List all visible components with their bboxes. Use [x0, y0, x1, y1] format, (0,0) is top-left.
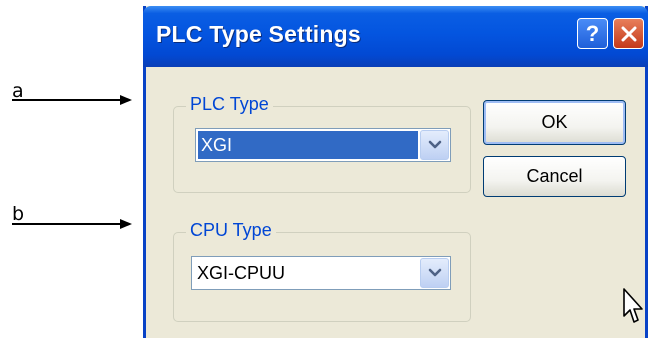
plc-type-label: PLC Type	[186, 94, 273, 115]
arrow-right-icon	[120, 95, 132, 105]
chevron-down-icon	[428, 268, 441, 277]
title-bar[interactable]: PLC Type Settings ?	[143, 6, 648, 67]
cpu-type-value: XGI-CPUU	[197, 263, 286, 283]
cpu-type-dropdown[interactable]: XGI-CPUU	[191, 256, 451, 290]
arrow-right-icon	[120, 219, 132, 229]
plc-type-dropdown[interactable]: XGI	[195, 128, 451, 162]
plc-type-dropdown-button[interactable]	[420, 130, 449, 160]
close-button[interactable]	[613, 18, 644, 49]
cancel-button[interactable]: Cancel	[483, 156, 626, 197]
callout-line-b	[12, 223, 122, 225]
cpu-type-group: CPU Type XGI-CPUU	[173, 220, 471, 322]
callout-line-a	[12, 99, 122, 101]
help-button[interactable]: ?	[577, 18, 608, 49]
close-icon	[621, 26, 636, 41]
plc-type-group: PLC Type XGI	[173, 94, 471, 193]
dialog-title: PLC Type Settings	[156, 21, 361, 47]
cpu-type-label: CPU Type	[186, 220, 276, 241]
mouse-cursor-icon	[623, 288, 643, 323]
plc-type-value: XGI	[198, 131, 418, 159]
chevron-down-icon	[428, 140, 441, 149]
ok-button[interactable]: OK	[483, 100, 626, 145]
cpu-type-dropdown-button[interactable]	[420, 258, 449, 288]
help-icon: ?	[585, 20, 600, 46]
dialog-body: PLC Type XGI CPU Type XGI-CPUU OK Cancel	[146, 67, 645, 338]
plc-type-settings-dialog: PLC Type Settings ? PLC Type XGI CPU Typ…	[143, 6, 648, 338]
callout-label-b: b	[12, 203, 25, 225]
